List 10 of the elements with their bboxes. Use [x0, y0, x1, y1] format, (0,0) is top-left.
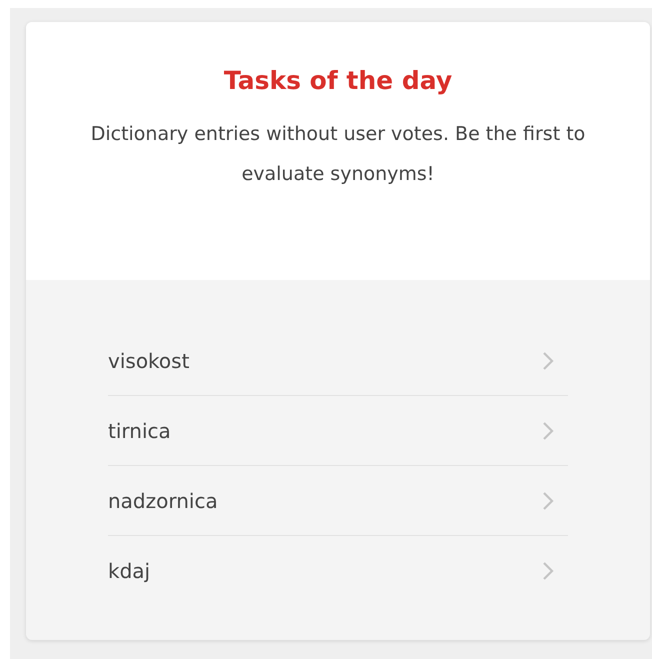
chevron-right-icon: [542, 490, 554, 510]
entry-link[interactable]: visokost: [108, 326, 568, 396]
chevron-right-icon: [542, 420, 554, 440]
card-description: Dictionary entries without user votes. Be the first to evaluate synonyms!: [90, 122, 586, 187]
card-title: Tasks of the day: [222, 66, 454, 96]
entry-link[interactable]: kdaj: [108, 536, 568, 606]
chevron-right-icon: [542, 561, 554, 581]
entry-link[interactable]: tirnica: [108, 396, 568, 466]
chevron-right-icon: [542, 350, 554, 370]
entry-link[interactable]: nadzornica: [108, 466, 568, 536]
